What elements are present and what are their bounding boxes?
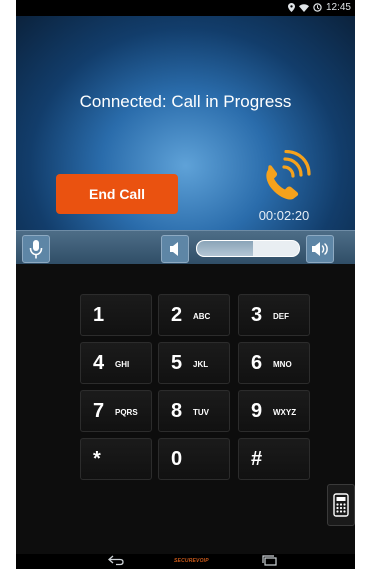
key-digit: 0 — [171, 448, 183, 470]
key-digit: 1 — [93, 304, 105, 326]
key-5[interactable]: 5 JKL — [158, 342, 230, 384]
key-digit: * — [93, 448, 101, 470]
phone-ringing-icon — [266, 150, 311, 200]
speaker-low-icon — [170, 242, 178, 256]
key-digit: 9 — [251, 400, 263, 422]
key-8[interactable]: 8 TUV — [158, 390, 230, 432]
audio-controls-bar — [16, 230, 355, 266]
speaker-high-icon — [312, 242, 328, 256]
volume-slider-fill — [197, 241, 254, 256]
volume-down-button[interactable] — [161, 235, 189, 263]
call-status-text: Connected: Call in Progress — [79, 92, 292, 111]
key-letters: TUV — [193, 408, 209, 417]
key-letters: PQRS — [115, 408, 138, 417]
microphone-icon — [29, 240, 43, 259]
key-digit: 5 — [171, 352, 183, 374]
key-digit: 7 — [93, 400, 105, 422]
key-digit: 4 — [93, 352, 105, 374]
status-time: 12:45 — [325, 2, 351, 13]
key-9[interactable]: 9 WXYZ — [238, 390, 310, 432]
status-bar: 12:45 — [16, 0, 355, 16]
call-timer: 00:02:20 — [258, 208, 310, 223]
key-digit: 2 — [171, 304, 183, 326]
recent-apps-icon[interactable] — [261, 555, 279, 567]
back-icon[interactable] — [106, 554, 126, 566]
wifi-icon — [298, 3, 309, 12]
key-3[interactable]: 3 DEF — [238, 294, 310, 336]
key-6[interactable]: 6 MNO — [238, 342, 310, 384]
dialpad-toggle-button[interactable] — [327, 484, 355, 526]
key-7[interactable]: 7 PQRS — [80, 390, 152, 432]
volume-up-button[interactable] — [306, 235, 334, 263]
key-4[interactable]: 4 GHI — [80, 342, 152, 384]
mute-button[interactable] — [22, 235, 50, 263]
key-digit: # — [251, 448, 263, 470]
app-logo: SECUREVOIP — [174, 558, 209, 564]
dialpad-icon — [333, 493, 349, 517]
key-letters: ABC — [193, 312, 211, 321]
key-hash[interactable]: # — [238, 438, 310, 480]
key-letters: DEF — [273, 312, 289, 321]
key-letters: GHI — [115, 360, 130, 369]
key-digit: 3 — [251, 304, 263, 326]
dialpad: 1 2 ABC 3 DEF 4 GHI 5 JKL 6 MNO 7 PQRS 8 TUV 9 W… — [16, 264, 355, 554]
phone-screen: 12:45 Connected: Call in Progress End Ca… — [16, 0, 355, 569]
key-star[interactable]: * — [80, 438, 152, 480]
key-digit: 8 — [171, 400, 183, 422]
key-2[interactable]: 2 ABC — [158, 294, 230, 336]
key-0[interactable]: 0 — [158, 438, 230, 480]
end-call-button[interactable]: End Call — [56, 174, 178, 214]
key-digit: 6 — [251, 352, 263, 374]
call-header: Connected: Call in Progress End Call 00:… — [16, 16, 355, 230]
navigation-bar: SECUREVOIP — [16, 554, 355, 569]
key-letters: JKL — [193, 360, 209, 369]
location-icon — [287, 3, 295, 12]
key-1[interactable]: 1 — [80, 294, 152, 336]
volume-slider[interactable] — [196, 240, 300, 257]
key-letters: MNO — [273, 360, 292, 369]
sync-icon — [313, 3, 322, 12]
key-letters: WXYZ — [273, 408, 297, 417]
